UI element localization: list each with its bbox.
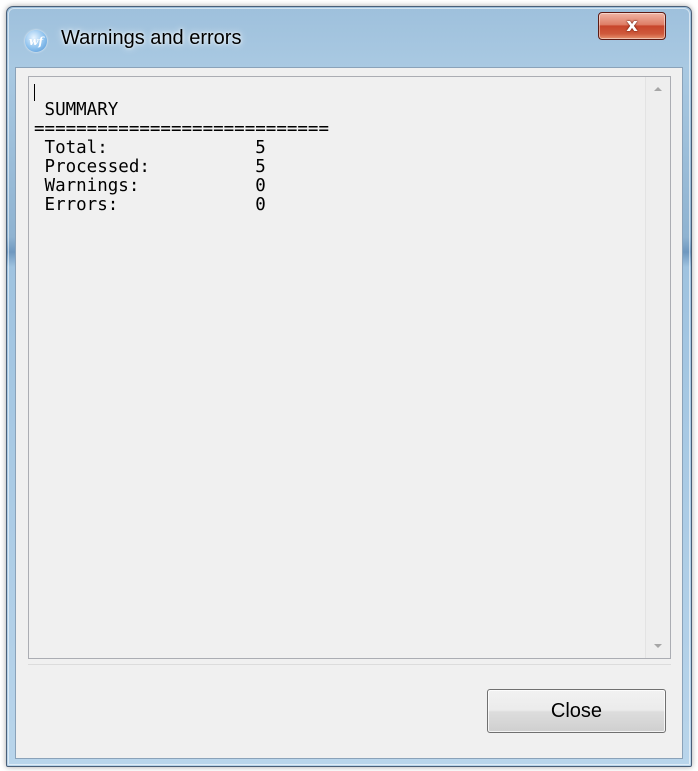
- log-line-processed: Processed: 5: [34, 157, 266, 177]
- scroll-down-arrow-icon: [654, 644, 662, 648]
- scroll-up-button[interactable]: [646, 77, 670, 101]
- title-bar[interactable]: wf Warnings and errors x: [7, 7, 691, 67]
- vertical-scrollbar[interactable]: [645, 77, 670, 658]
- close-button[interactable]: Close: [487, 689, 666, 733]
- log-line-errors: Errors: 0: [34, 195, 266, 215]
- scroll-up-arrow-icon: [654, 87, 662, 91]
- app-logo-icon: wf: [25, 30, 47, 52]
- log-textarea[interactable]: SUMMARY ============================ Tot…: [28, 76, 671, 659]
- log-line-summary-heading: SUMMARY: [34, 100, 119, 120]
- window-close-button[interactable]: x: [598, 12, 666, 40]
- dialog-window: wf Warnings and errors x SUMMARY =======…: [6, 6, 692, 767]
- footer-divider: [28, 664, 671, 665]
- log-line-total: Total: 5: [34, 138, 266, 158]
- window-title: Warnings and errors: [61, 27, 242, 49]
- log-text: SUMMARY ============================ Tot…: [34, 82, 642, 658]
- close-icon: x: [626, 15, 638, 36]
- dialog-client-area: SUMMARY ============================ Tot…: [15, 67, 683, 759]
- log-line-divider: ============================: [34, 119, 330, 139]
- scroll-down-button[interactable]: [646, 634, 670, 658]
- log-line-warnings: Warnings: 0: [34, 176, 266, 196]
